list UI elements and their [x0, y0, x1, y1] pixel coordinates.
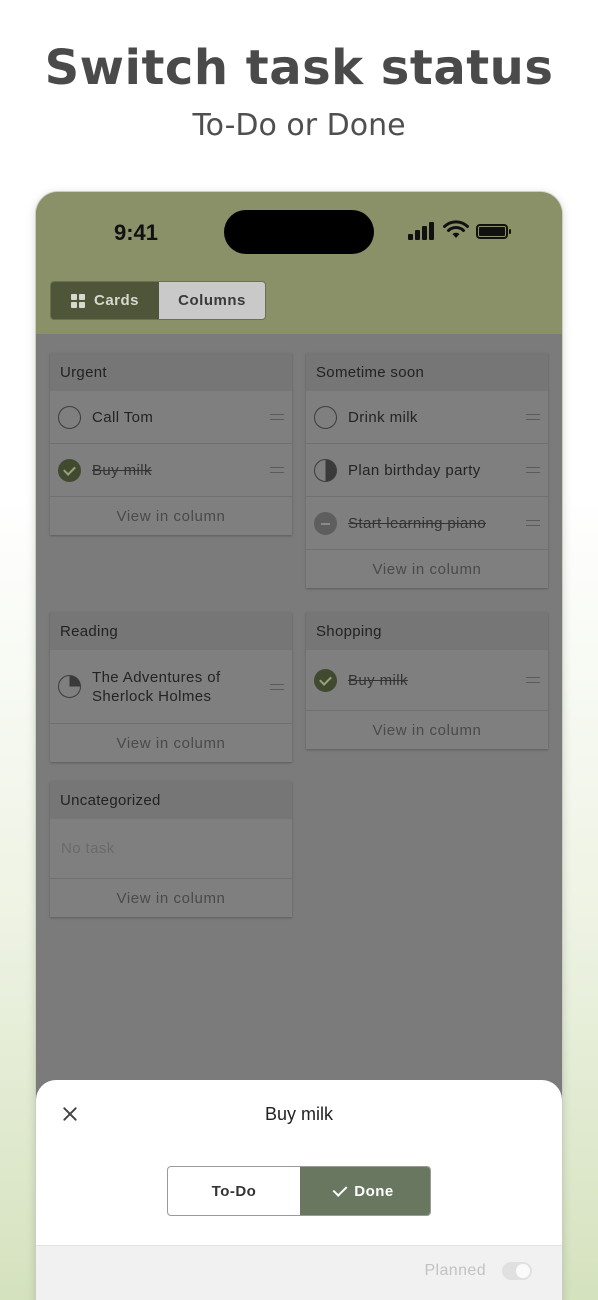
- drag-handle-icon[interactable]: [526, 414, 540, 420]
- card-title: Uncategorized: [50, 781, 292, 819]
- drag-handle-icon[interactable]: [270, 683, 284, 690]
- card-reading: Reading The Adventures of Sherlock Holme…: [50, 612, 292, 762]
- dynamic-island: [224, 210, 374, 254]
- cards-label: Cards: [93, 292, 140, 309]
- grid-icon: [70, 293, 85, 308]
- card-shopping: Shopping Buy milk View in column: [306, 612, 548, 749]
- card-title: Sometime soon: [306, 353, 548, 391]
- todo-option-label: To-Do: [211, 1182, 257, 1200]
- task-text: The Adventures of Sherlock Holmes: [92, 668, 221, 705]
- card-uncategorized: Uncategorized No task View in column: [50, 781, 292, 917]
- task-item[interactable]: Buy milk: [306, 650, 548, 711]
- task-text: Buy milk: [348, 671, 408, 689]
- todo-option-button[interactable]: To-Do: [168, 1167, 300, 1215]
- view-switch: Cards Columns: [50, 281, 266, 320]
- drag-handle-icon[interactable]: [526, 520, 540, 526]
- hero-subtitle: To-Do or Done: [192, 108, 406, 143]
- card-title: Urgent: [50, 353, 292, 391]
- sheet-title: Buy milk: [264, 1104, 333, 1124]
- done-status-icon[interactable]: [58, 458, 81, 482]
- drag-handle-icon[interactable]: [526, 677, 540, 683]
- view-in-column-link[interactable]: View in column: [306, 550, 548, 588]
- half-progress-icon[interactable]: [314, 458, 337, 482]
- task-text: Buy milk: [92, 461, 152, 479]
- signal-icon: [408, 222, 436, 240]
- card-sometime-soon: Sometime soon Drink milk Plan birthday p…: [306, 353, 548, 588]
- card-title: Shopping: [306, 612, 548, 650]
- view-in-column-link[interactable]: View in column: [50, 879, 292, 917]
- task-text: Call Tom: [92, 408, 154, 426]
- done-option-button[interactable]: Done: [300, 1167, 430, 1215]
- columns-view-button[interactable]: Columns: [159, 282, 265, 319]
- todo-status-icon[interactable]: [314, 405, 337, 429]
- drag-handle-icon[interactable]: [526, 467, 540, 473]
- check-icon: [332, 1181, 348, 1197]
- todo-status-icon[interactable]: [58, 405, 81, 429]
- done-option-label: Done: [354, 1182, 394, 1200]
- card-title: Reading: [50, 612, 292, 650]
- wifi-icon: [443, 220, 469, 238]
- columns-label: Columns: [178, 292, 246, 309]
- card-urgent: Urgent Call Tom Buy milk View in column: [50, 353, 292, 535]
- task-item[interactable]: The Adventures of Sherlock Holmes: [50, 650, 292, 724]
- status-toggle: To-Do Done: [167, 1166, 431, 1216]
- task-item[interactable]: Call Tom: [50, 391, 292, 444]
- cards-view-button[interactable]: Cards: [51, 282, 159, 319]
- task-text: Start learning piano: [348, 514, 487, 532]
- empty-state: No task: [50, 819, 292, 879]
- view-in-column-link[interactable]: View in column: [50, 724, 292, 762]
- battery-icon: [476, 224, 511, 239]
- view-in-column-link[interactable]: View in column: [50, 497, 292, 535]
- planned-label: Planned: [424, 1262, 486, 1279]
- task-item[interactable]: Plan birthday party: [306, 444, 548, 497]
- drag-handle-icon[interactable]: [270, 467, 284, 473]
- planned-toggle[interactable]: [502, 1262, 532, 1280]
- status-bottom-sheet: Buy milk To-Do Done Planned: [36, 1080, 562, 1300]
- status-time: 9:41: [114, 220, 159, 245]
- hero-title: Switch task status: [44, 40, 554, 96]
- done-status-icon[interactable]: [314, 668, 337, 692]
- task-text: Drink milk: [348, 408, 418, 426]
- drag-handle-icon[interactable]: [270, 414, 284, 420]
- cancelled-status-icon[interactable]: [314, 511, 337, 535]
- quarter-progress-icon[interactable]: [58, 675, 81, 698]
- view-in-column-link[interactable]: View in column: [306, 711, 548, 749]
- phone-frame: 9:41 Cards Columns Urgent Call Tom Buy m…: [36, 192, 562, 1300]
- task-item[interactable]: Start learning piano: [306, 497, 548, 550]
- sheet-footer: Planned: [36, 1245, 562, 1300]
- task-item[interactable]: Buy milk: [50, 444, 292, 497]
- task-text: Plan birthday party: [348, 461, 481, 479]
- task-item[interactable]: Drink milk: [306, 391, 548, 444]
- top-bar: 9:41 Cards Columns: [36, 192, 562, 334]
